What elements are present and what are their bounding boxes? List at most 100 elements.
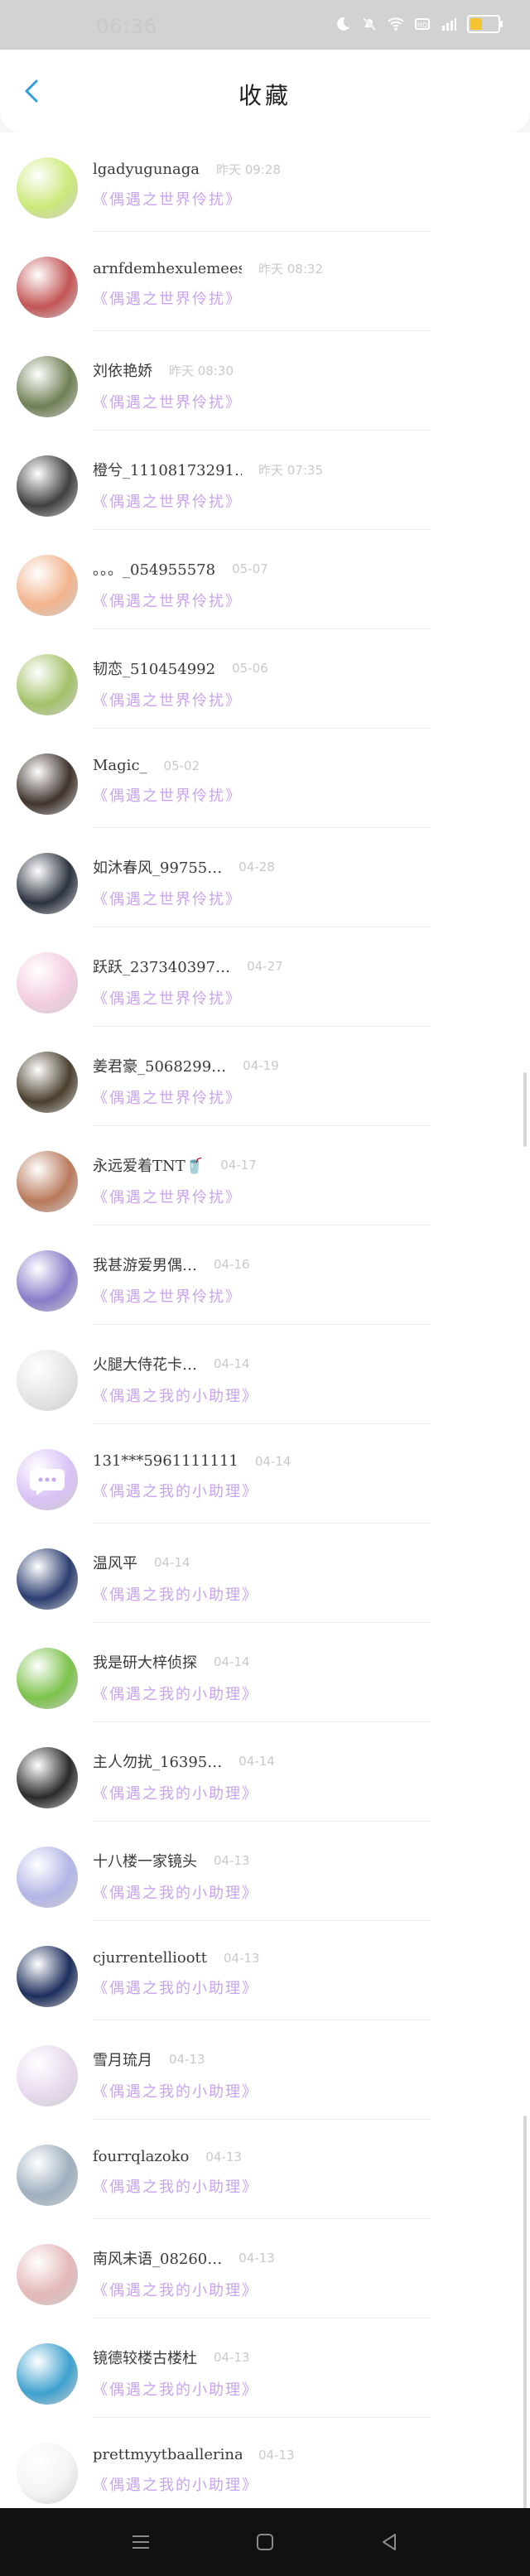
source-title[interactable]: 《偶遇之我的小助理》 bbox=[93, 1683, 497, 1704]
avatar[interactable] bbox=[17, 1847, 78, 1908]
avatar[interactable] bbox=[17, 1350, 78, 1411]
username[interactable]: 姜君豪_5068299… bbox=[93, 1055, 226, 1076]
source-title[interactable]: 《偶遇之世界伶扰》 bbox=[93, 1285, 497, 1307]
username[interactable]: 如沐春风_99755… bbox=[93, 856, 222, 878]
list-item[interactable]: 镜德较楼古楼杜 04-13 《偶遇之我的小助理》 bbox=[0, 2318, 530, 2418]
source-title[interactable]: 《偶遇之世界伶扰》 bbox=[93, 987, 497, 1009]
list-item[interactable]: 永远爱着TNT🥤 04-17 《偶遇之世界伶扰》 bbox=[0, 1126, 530, 1225]
avatar[interactable] bbox=[17, 1449, 78, 1510]
username[interactable]: 雪月琉月 bbox=[93, 2049, 152, 2070]
list-item[interactable]: arnfdemhexulemees… 昨天 08:32 《偶遇之世界伶扰》 bbox=[0, 232, 530, 331]
source-title[interactable]: 《偶遇之我的小助理》 bbox=[93, 1782, 497, 1803]
list-item[interactable]: lgadyugunaga 昨天 09:28 《偶遇之世界伶扰》 bbox=[0, 132, 530, 232]
source-title[interactable]: 《偶遇之我的小助理》 bbox=[93, 1583, 497, 1605]
source-title[interactable]: 《偶遇之世界伶扰》 bbox=[93, 490, 497, 512]
avatar[interactable] bbox=[17, 2145, 78, 2206]
scrollbar-thumb[interactable] bbox=[523, 1072, 527, 1147]
username[interactable]: 。。。_054955578 bbox=[93, 558, 215, 580]
list-item[interactable]: 跃跃_237340397… 04-27 《偶遇之世界伶扰》 bbox=[0, 927, 530, 1027]
list-item[interactable]: 温风平 04-14 《偶遇之我的小助理》 bbox=[0, 1524, 530, 1623]
source-title[interactable]: 《偶遇之世界伶扰》 bbox=[93, 287, 497, 309]
username[interactable]: 刘依艳娇 bbox=[93, 359, 152, 381]
list-item[interactable]: 。。。_054955578 05-07 《偶遇之世界伶扰》 bbox=[0, 530, 530, 629]
avatar[interactable] bbox=[17, 2443, 78, 2504]
source-title[interactable]: 《偶遇之世界伶扰》 bbox=[93, 689, 497, 710]
username[interactable]: 我甚游爱男偶… bbox=[93, 1254, 197, 1275]
source-title[interactable]: 《偶遇之我的小助理》 bbox=[93, 1480, 497, 1501]
avatar[interactable] bbox=[17, 952, 78, 1014]
avatar[interactable] bbox=[17, 257, 78, 318]
username[interactable]: 永远爱着TNT🥤 bbox=[93, 1154, 204, 1176]
triangle-back-icon[interactable] bbox=[377, 2530, 402, 2554]
list-item[interactable]: cjurrentellioott 04-13 《偶遇之我的小助理》 bbox=[0, 1921, 530, 2020]
username[interactable]: lgadyugunaga bbox=[93, 161, 200, 178]
avatar[interactable] bbox=[17, 1648, 78, 1709]
list-item[interactable]: prettmyytbaallerinas 04-13 《偶遇之我的小助理》 bbox=[0, 2418, 530, 2517]
list-item[interactable]: 雪月琉月 04-13 《偶遇之我的小助理》 bbox=[0, 2020, 530, 2120]
source-title[interactable]: 《偶遇之我的小助理》 bbox=[93, 2279, 497, 2300]
source-title[interactable]: 《偶遇之世界伶扰》 bbox=[93, 188, 497, 209]
avatar[interactable] bbox=[17, 2244, 78, 2305]
avatar[interactable] bbox=[17, 1747, 78, 1808]
avatar[interactable] bbox=[17, 853, 78, 914]
list-item[interactable]: 我甚游爱男偶… 04-16 《偶遇之世界伶扰》 bbox=[0, 1225, 530, 1325]
source-title[interactable]: 《偶遇之世界伶扰》 bbox=[93, 1186, 497, 1207]
username[interactable]: 主人勿扰_16395… bbox=[93, 1750, 222, 1772]
username[interactable]: 温风平 bbox=[93, 1552, 137, 1573]
favorites-list[interactable]: lgadyugunaga 昨天 09:28 《偶遇之世界伶扰》 arnfdemhexu… bbox=[0, 132, 530, 2517]
list-item[interactable]: fourrqlazoko 04-13 《偶遇之我的小助理》 bbox=[0, 2120, 530, 2219]
username[interactable]: 火腿大侍花卡… bbox=[93, 1353, 197, 1375]
home-square-icon[interactable] bbox=[253, 2530, 277, 2554]
list-item[interactable]: 我是研大梓侦探 04-14 《偶遇之我的小助理》 bbox=[0, 1623, 530, 1722]
source-title[interactable]: 《偶遇之我的小助理》 bbox=[93, 2473, 497, 2495]
source-title[interactable]: 《偶遇之我的小助理》 bbox=[93, 1384, 497, 1406]
username[interactable]: 镜德较楼古楼杜 bbox=[93, 2347, 197, 2368]
list-item[interactable]: 姜君豪_5068299… 04-19 《偶遇之世界伶扰》 bbox=[0, 1027, 530, 1126]
username[interactable]: 南风未语_08260… bbox=[93, 2247, 222, 2269]
source-title[interactable]: 《偶遇之世界伶扰》 bbox=[93, 784, 497, 806]
source-title[interactable]: 《偶遇之我的小助理》 bbox=[93, 2175, 497, 2197]
list-item[interactable]: 橙兮_11108173291… 昨天 07:35 《偶遇之世界伶扰》 bbox=[0, 431, 530, 530]
avatar[interactable] bbox=[17, 2343, 78, 2405]
avatar[interactable] bbox=[17, 754, 78, 815]
source-title[interactable]: 《偶遇之世界伶扰》 bbox=[93, 1086, 497, 1108]
avatar[interactable] bbox=[17, 356, 78, 417]
username[interactable]: fourrqlazoko bbox=[93, 2148, 189, 2165]
source-title[interactable]: 《偶遇之世界伶扰》 bbox=[93, 590, 497, 611]
source-title[interactable]: 《偶遇之我的小助理》 bbox=[93, 1977, 497, 1998]
list-item[interactable]: 南风未语_08260… 04-13 《偶遇之我的小助理》 bbox=[0, 2219, 530, 2318]
avatar[interactable] bbox=[17, 1151, 78, 1212]
avatar[interactable] bbox=[17, 1250, 78, 1312]
list-item[interactable]: 韧恋_510454992 05-06 《偶遇之世界伶扰》 bbox=[0, 629, 530, 729]
list-item[interactable]: 如沐春风_99755… 04-28 《偶遇之世界伶扰》 bbox=[0, 828, 530, 927]
source-title[interactable]: 《偶遇之我的小助理》 bbox=[93, 1881, 497, 1903]
username[interactable]: 跃跃_237340397… bbox=[93, 956, 230, 977]
scrollbar-thumb-secondary[interactable] bbox=[523, 2116, 527, 2509]
avatar[interactable] bbox=[17, 654, 78, 715]
source-title[interactable]: 《偶遇之世界伶扰》 bbox=[93, 888, 497, 909]
list-item[interactable]: 火腿大侍花卡… 04-14 《偶遇之我的小助理》 bbox=[0, 1325, 530, 1424]
username[interactable]: prettmyytbaallerinas bbox=[93, 2446, 242, 2463]
avatar[interactable] bbox=[17, 1946, 78, 2007]
avatar[interactable] bbox=[17, 2045, 78, 2107]
list-item[interactable]: 131***5961111111 04-14 《偶遇之我的小助理》 bbox=[0, 1424, 530, 1524]
avatar[interactable] bbox=[17, 455, 78, 517]
avatar[interactable] bbox=[17, 1052, 78, 1113]
list-item[interactable]: 主人勿扰_16395… 04-14 《偶遇之我的小助理》 bbox=[0, 1722, 530, 1822]
list-item[interactable]: Magic_ 05-02 《偶遇之世界伶扰》 bbox=[0, 729, 530, 828]
username[interactable]: arnfdemhexulemees… bbox=[93, 260, 242, 277]
username[interactable]: 131***5961111111 bbox=[93, 1452, 238, 1470]
avatar[interactable] bbox=[17, 555, 78, 616]
username[interactable]: 我是研大梓侦探 bbox=[93, 1651, 197, 1673]
source-title[interactable]: 《偶遇之世界伶扰》 bbox=[93, 391, 497, 412]
username[interactable]: Magic_ bbox=[93, 757, 147, 774]
list-item[interactable]: 刘依艳娇 昨天 08:30 《偶遇之世界伶扰》 bbox=[0, 331, 530, 431]
username[interactable]: 橙兮_11108173291… bbox=[93, 459, 242, 480]
username[interactable]: 十八楼一家镜头 bbox=[93, 1850, 197, 1871]
source-title[interactable]: 《偶遇之我的小助理》 bbox=[93, 2080, 497, 2102]
source-title[interactable]: 《偶遇之我的小助理》 bbox=[93, 2378, 497, 2400]
menu-icon[interactable] bbox=[128, 2530, 153, 2554]
avatar[interactable] bbox=[17, 157, 78, 219]
username[interactable]: cjurrentellioott bbox=[93, 1949, 207, 1967]
avatar[interactable] bbox=[17, 1548, 78, 1610]
